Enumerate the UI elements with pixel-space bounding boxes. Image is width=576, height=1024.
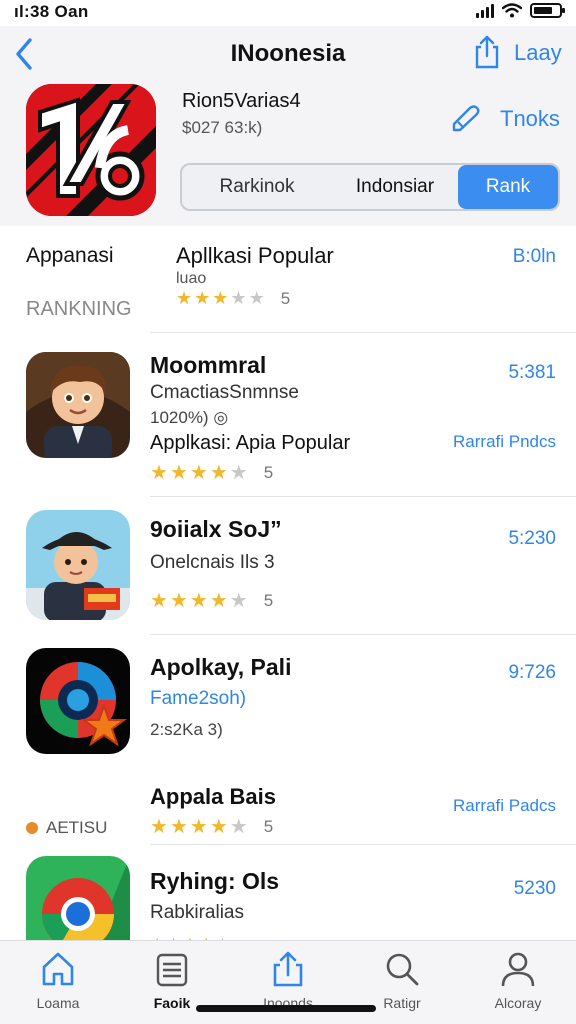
section-subtitle: luao [176, 270, 207, 287]
app-price[interactable]: 5:230 [508, 528, 556, 550]
section-left-label: Appanasi [26, 244, 114, 267]
search-icon [386, 953, 419, 986]
list-item[interactable]: Apolkay, Pali Fame2soh) 2:s2Ka 3) Appala… [0, 634, 576, 844]
home-indicator[interactable] [196, 1005, 376, 1012]
app-rank-label: Rarrafi Pndcs [453, 432, 556, 451]
list-item[interactable]: 9oiialx SoJ” Onelcnais Ils 3 ★ ★ ★ ★ ★ 5 5:2… [0, 496, 576, 634]
tnoks-button[interactable]: Tnoks [500, 106, 560, 132]
signal-icon [476, 3, 494, 18]
app-price[interactable]: 9:726 [508, 662, 556, 684]
app-price[interactable]: 5230 [514, 878, 556, 900]
app-name: 9oiialx SoJ” [150, 516, 282, 542]
app-thumbnail-icon[interactable] [26, 856, 130, 940]
tab-home[interactable]: Loama [10, 949, 106, 1011]
app-developer: Onelcnais Ils 3 [150, 552, 275, 573]
app-developer: Fame2soh) [150, 688, 247, 709]
app-category: Applkasi: Apia Popular [150, 432, 351, 454]
app-rating: ★ ★ ★ ★ ★ 5 [150, 462, 274, 484]
status-icons [476, 3, 565, 18]
segmented-control: Rarkinok Indonsiar Rank [180, 163, 560, 211]
pencil-icon[interactable] [448, 102, 482, 136]
app-thumbnail-icon[interactable] [26, 648, 130, 754]
status-time: ıl:38 Oan [14, 2, 89, 21]
tab-inoonds[interactable]: Inoonds [240, 949, 336, 1011]
tab-label: Alcoray [494, 995, 542, 1011]
app-thumbnail-icon[interactable] [26, 510, 130, 620]
segment-rarkinok[interactable]: Rarkinok [182, 165, 332, 209]
rating-count: 5 [263, 462, 274, 482]
share-icon[interactable] [474, 34, 500, 70]
app-meta: 2:s2Ka 3) [150, 720, 223, 739]
app-header: INoonesia Laay Rion5Varias4 $027 63:k) T… [0, 26, 576, 226]
app-badge: AETISU [26, 818, 107, 838]
list-item[interactable]: Moommral CmactiasSnmnse 1020%) ◎ Applkas… [0, 332, 576, 496]
segment-indonsiar[interactable]: Indonsiar [332, 165, 458, 209]
section-ranking-label: RANKNING [26, 298, 132, 320]
list-icon [156, 953, 188, 987]
app-category: Appala Bais [150, 784, 276, 809]
badge-dot-icon [26, 822, 38, 834]
app-name: Apolkay, Pali [150, 654, 292, 680]
rating-count: 5 [280, 288, 291, 308]
app-subtitle: $027 63:k) [182, 118, 263, 137]
section-header: Appanasi RANKNING Apllkasi Popular luao … [0, 226, 576, 332]
tab-faoik[interactable]: Faoik [124, 949, 220, 1011]
segment-rank-selected[interactable]: Rank [458, 165, 558, 209]
header-right-button[interactable]: Laay [514, 40, 562, 66]
app-name: Moommral [150, 352, 267, 378]
home-icon [42, 952, 74, 986]
app-price[interactable]: 5:381 [508, 362, 556, 384]
app-name: Ryhing: Ols [150, 868, 280, 894]
section-title: Apllkasi Popular [176, 243, 334, 268]
app-rating: ★ ★ ★ ★ ★ 5 [150, 816, 274, 838]
tab-label: Loama [36, 995, 80, 1011]
list-item[interactable]: Ryhing: Ols Rabkiralias ★★★★★ 5230 [0, 844, 576, 940]
app-developer: Rabkiralias [150, 902, 244, 923]
tab-alcoray[interactable]: Alcoray [470, 949, 566, 1011]
wifi-icon [502, 3, 522, 18]
section-rating: ★ ★ ★ ★ ★ 5 [176, 288, 291, 308]
app-rating: ★ ★ ★ ★ ★ 5 [150, 590, 274, 612]
app-name: Rion5Varias4 [182, 90, 301, 112]
app-thumbnail-icon[interactable] [26, 352, 130, 458]
badge-label: AETISU [46, 818, 108, 837]
status-bar: ıl:38 Oan [0, 0, 576, 26]
person-icon [501, 952, 535, 987]
tab-ratigr[interactable]: Ratigr [354, 949, 450, 1011]
app-developer: CmactiasSnmnse [150, 382, 299, 403]
upload-icon [273, 951, 303, 987]
rating-count: 5 [263, 590, 274, 610]
section-price[interactable]: B:0ln [513, 246, 556, 268]
app-rank-label: Rarrafi Padcs [453, 796, 556, 815]
rating-count: 5 [263, 816, 274, 836]
app-logo-icon[interactable] [26, 84, 156, 216]
app-meta: 1020%) ◎ [150, 408, 229, 427]
battery-icon [530, 3, 565, 18]
